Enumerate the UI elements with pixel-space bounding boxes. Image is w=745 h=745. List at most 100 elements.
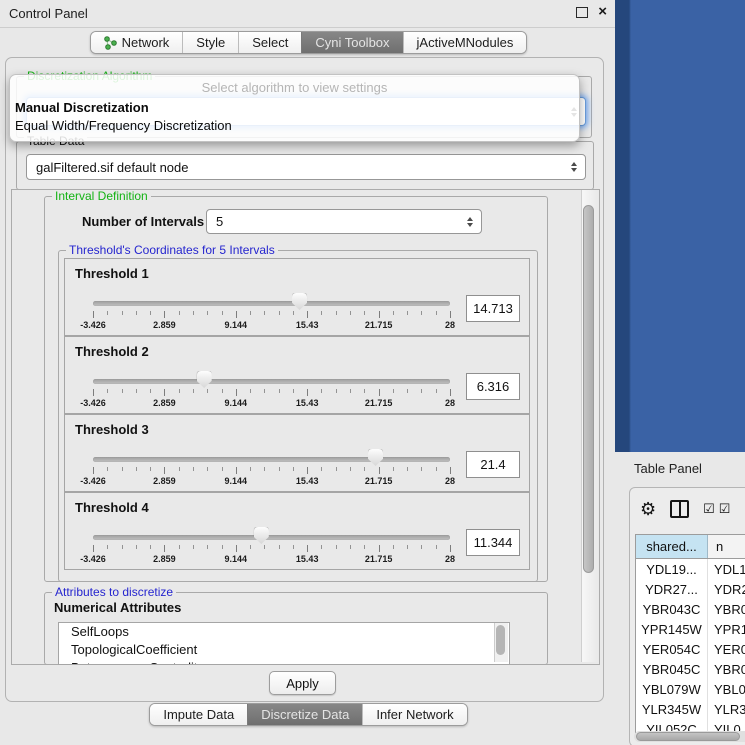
column-header-name[interactable]: n	[708, 535, 745, 558]
cell-name[interactable]: YER0	[708, 639, 745, 659]
bottom-tab-strip: Impute Data Discretize DataInfer Network	[0, 701, 617, 727]
threshold-slider-1[interactable]: -3.4262.8599.14415.4321.71528	[93, 299, 450, 333]
threshold-slider-2[interactable]: -3.4262.8599.14415.4321.71528	[93, 377, 450, 411]
threshold-panel-4: Threshold 4 -3.4262.8599.14415.4321.71528…	[64, 492, 530, 570]
table-row[interactable]: YLR345WYLR3	[636, 699, 745, 719]
slider-track[interactable]	[93, 457, 450, 462]
threshold-panel-3: Threshold 3 -3.4262.8599.14415.4321.71528…	[64, 414, 530, 492]
slider-track[interactable]	[93, 535, 450, 540]
tab-select[interactable]: Select	[238, 32, 301, 53]
attribute-item-betweennesscentrality[interactable]: BetweennessCentrality	[59, 659, 509, 665]
tab-discretize-data[interactable]: Discretize Data	[247, 704, 362, 725]
tab-label: Select	[252, 35, 288, 50]
slider-thumb[interactable]	[254, 527, 269, 544]
dropdown-prompt: Select algorithm to view settings	[10, 80, 579, 95]
thresholds-group-title: Threshold's Coordinates for 5 Intervals	[66, 244, 278, 257]
slider-ticks	[93, 311, 450, 319]
tab-style[interactable]: Style	[182, 32, 238, 53]
attribute-item-selfloops[interactable]: SelfLoops	[59, 623, 509, 641]
apply-button[interactable]: Apply	[269, 671, 336, 695]
horizontal-scrollbar-thumb[interactable]	[636, 732, 740, 741]
number-of-intervals-combobox[interactable]: 5	[206, 209, 482, 234]
table-panel-title: Table Panel	[634, 461, 702, 476]
cell-shared-name[interactable]: YBR043C	[636, 599, 708, 619]
table-row[interactable]: YBL079WYBL0	[636, 679, 745, 699]
threshold-label: Threshold 1	[75, 266, 149, 281]
dropdown-item-manual-discretization[interactable]: Manual Discretization	[15, 99, 574, 116]
threshold-panel-1: Threshold 1 -3.4262.8599.14415.4321.71528…	[64, 258, 530, 336]
threshold-2-value-field[interactable]: 6.316	[466, 373, 520, 400]
table-panel-container: ⚙ ☑ ☑ shared... n YDL19...YDL1YDR27...YD…	[629, 487, 745, 745]
vertical-scrollbar-thumb[interactable]	[583, 205, 594, 573]
cell-shared-name[interactable]: YLR345W	[636, 699, 708, 719]
numerical-attributes-label: Numerical Attributes	[54, 600, 181, 615]
threshold-slider-4[interactable]: -3.4262.8599.14415.4321.71528	[93, 533, 450, 567]
table-row[interactable]: YDR27...YDR2	[636, 579, 745, 599]
threshold-4-value-field[interactable]: 11.344	[466, 529, 520, 556]
slider-tick-labels: -3.4262.8599.14415.4321.71528	[93, 476, 450, 488]
tab-cyni-toolbox[interactable]: Cyni Toolbox	[301, 32, 402, 53]
threshold-label: Threshold 2	[75, 344, 149, 359]
cell-name[interactable]: YBL0	[708, 679, 745, 699]
table-data-combobox[interactable]: galFiltered.sif default node	[26, 154, 586, 180]
numerical-attributes-list[interactable]: SelfLoopsTopologicalCoefficientBetweenne…	[58, 622, 510, 665]
attribute-item-topologicalcoefficient[interactable]: TopologicalCoefficient	[59, 641, 509, 659]
node-attribute-table: shared... n YDL19...YDL1YDR27...YDR2YBR0…	[635, 534, 745, 734]
slider-thumb[interactable]	[292, 293, 307, 310]
threshold-label: Threshold 3	[75, 422, 149, 437]
cell-shared-name[interactable]: YDR27...	[636, 579, 708, 599]
slider-track[interactable]	[93, 301, 450, 306]
table-row[interactable]: YPR145WYPR1	[636, 619, 745, 639]
cell-name[interactable]: YLR3	[708, 699, 745, 719]
cell-name[interactable]: YDR2	[708, 579, 745, 599]
top-tab-strip: Network Style Select Cyni ToolboxjActiveMNo…	[0, 29, 617, 56]
tab-jactivemnodules[interactable]: jActiveMNodules	[403, 32, 527, 53]
table-row[interactable]: YDL19...YDL1	[636, 559, 745, 579]
slider-thumb[interactable]	[197, 371, 212, 388]
threshold-panel-2: Threshold 2 -3.4262.8599.14415.4321.71528…	[64, 336, 530, 414]
tab-infer-network[interactable]: Infer Network	[362, 704, 466, 725]
split-columns-icon[interactable]	[670, 500, 689, 518]
slider-ticks	[93, 389, 450, 397]
close-icon[interactable]: ×	[598, 6, 607, 18]
slider-thumb[interactable]	[368, 449, 383, 466]
attributes-scrollbar-thumb[interactable]	[496, 625, 505, 655]
threshold-slider-3[interactable]: -3.4262.8599.14415.4321.71528	[93, 455, 450, 489]
table-rows: YDL19...YDL1YDR27...YDR2YBR043CYBR0YPR14…	[636, 559, 745, 734]
tab-impute-data[interactable]: Impute Data	[150, 704, 247, 725]
threshold-label: Threshold 4	[75, 500, 149, 515]
gear-icon[interactable]: ⚙	[640, 500, 656, 518]
slider-tick-labels: -3.4262.8599.14415.4321.71528	[93, 398, 450, 410]
dropdown-item-equal-width-frequency[interactable]: Equal Width/Frequency Discretization	[15, 117, 574, 134]
float-window-icon[interactable]	[576, 7, 588, 18]
table-row[interactable]: YBR043CYBR0	[636, 599, 745, 619]
checkbox-icon[interactable]: ☑	[703, 501, 715, 517]
top-tabs: Network Style Select Cyni ToolboxjActiveMNo…	[90, 31, 528, 54]
combo-stepper-icon	[571, 162, 577, 172]
table-row[interactable]: YBR045CYBR0	[636, 659, 745, 679]
cell-name[interactable]: YPR1	[708, 619, 745, 639]
network-view-region: GAL80GACGAL11GAL4GCY1HHAP2	[615, 0, 745, 452]
tab-network[interactable]: Network	[91, 32, 183, 53]
algorithm-dropdown-popup: Select algorithm to view settings Manual…	[9, 74, 580, 142]
cell-shared-name[interactable]: YDL19...	[636, 559, 708, 579]
cell-shared-name[interactable]: YPR145W	[636, 619, 708, 639]
interval-definition-title: Interval Definition	[52, 190, 151, 203]
slider-track[interactable]	[93, 379, 450, 384]
cell-name[interactable]: YDL1	[708, 559, 745, 579]
table-row[interactable]: YER054CYER0	[636, 639, 745, 659]
cell-shared-name[interactable]: YBR045C	[636, 659, 708, 679]
threshold-1-value-field[interactable]: 14.713	[466, 295, 520, 322]
attributes-group-title: Attributes to discretize	[52, 586, 176, 599]
cell-shared-name[interactable]: YER054C	[636, 639, 708, 659]
network-icon	[104, 36, 117, 50]
threshold-3-value-field[interactable]: 21.4	[466, 451, 520, 478]
checkbox-icon[interactable]: ☑	[719, 501, 731, 517]
column-header-shared-name[interactable]: shared...	[636, 535, 708, 558]
tab-label: Impute Data	[163, 707, 234, 722]
cell-shared-name[interactable]: YBL079W	[636, 679, 708, 699]
cell-name[interactable]: YBR0	[708, 659, 745, 679]
table-header-row: shared... n	[636, 535, 745, 559]
cell-name[interactable]: YBR0	[708, 599, 745, 619]
tab-label: Style	[196, 35, 225, 50]
